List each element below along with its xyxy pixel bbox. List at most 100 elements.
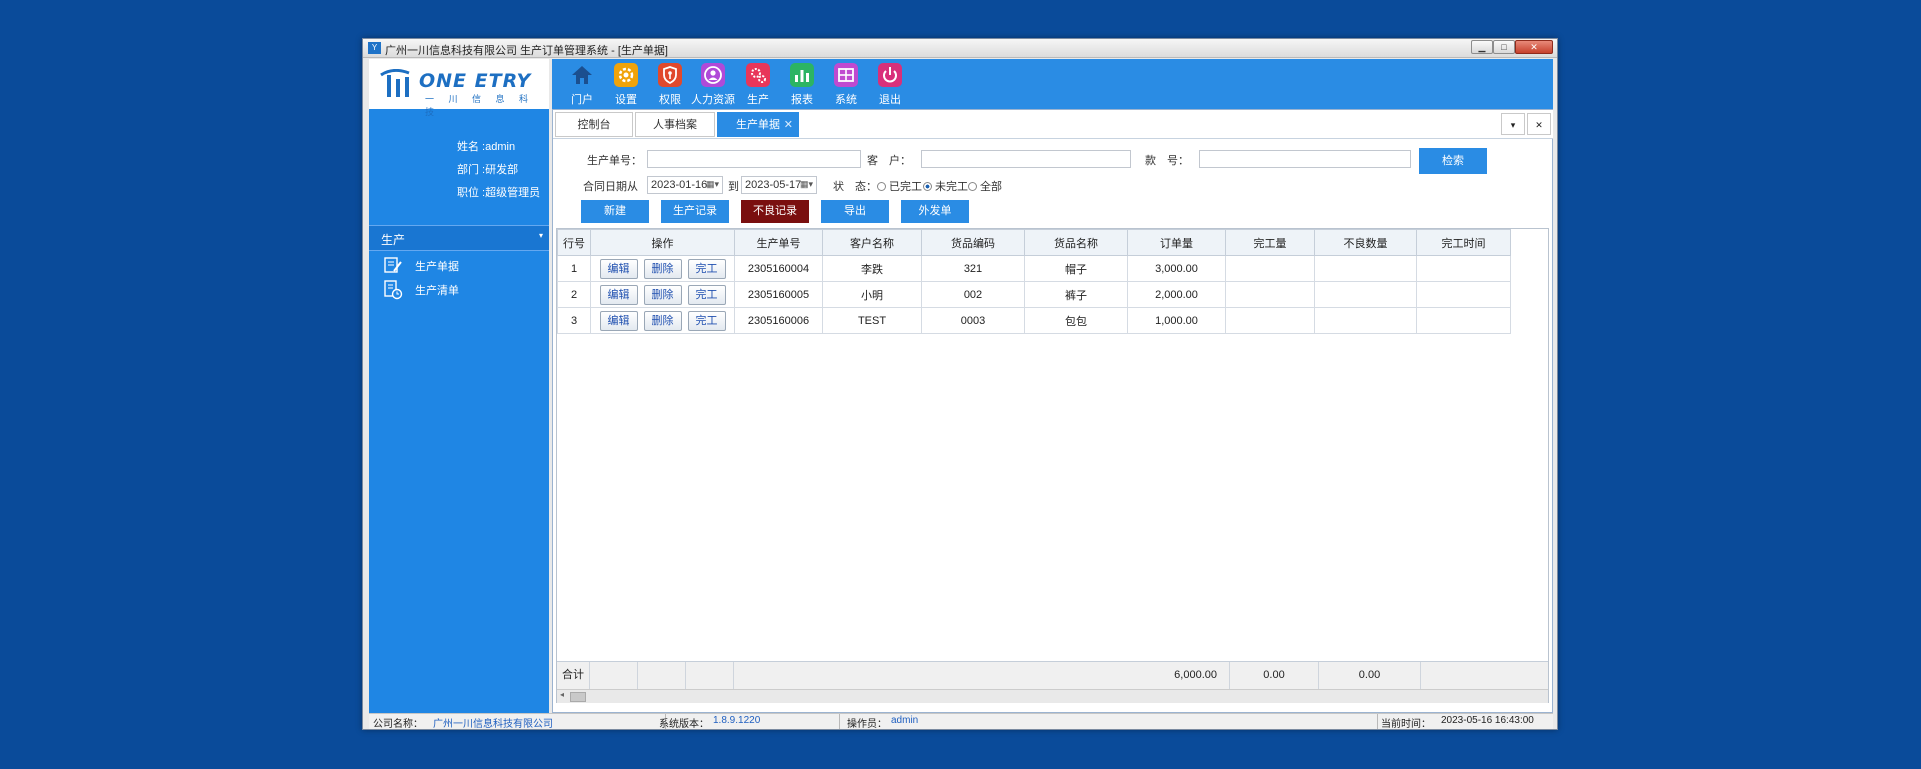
column-header[interactable]: 生产单号 xyxy=(734,229,823,256)
table-row[interactable]: 2 编辑 删除 完工 2305160005 小明 002 裤子 2,000.00 xyxy=(557,281,1511,308)
toolbar-home-button[interactable]: 门户 xyxy=(558,61,606,107)
cell-defect-qty xyxy=(1314,307,1417,334)
outsource-order-button[interactable]: 外发单 xyxy=(901,200,969,223)
tab-dashboard[interactable]: 控制台 xyxy=(555,112,633,137)
column-header[interactable]: 操作 xyxy=(590,229,735,256)
maximize-button[interactable]: □ xyxy=(1493,40,1515,54)
edit-button[interactable]: 编辑 xyxy=(599,258,638,279)
column-header[interactable]: 完工时间 xyxy=(1416,229,1511,256)
sidebar-group-production[interactable]: 生产 ▾ xyxy=(369,225,549,251)
cell-defect-qty xyxy=(1314,255,1417,282)
tab-list-dropdown[interactable]: ▾ xyxy=(1501,113,1525,135)
cell-done-time xyxy=(1416,281,1511,308)
person-icon xyxy=(701,63,725,87)
status-separator xyxy=(839,714,840,729)
cell-item-name: 裤子 xyxy=(1024,281,1128,308)
cell-customer: 李跌 xyxy=(822,255,922,282)
sidebar-item-label: 生产单据 xyxy=(415,261,459,273)
status-radio-uncompleted[interactable]: 未完工 xyxy=(923,178,968,194)
export-button[interactable]: 导出 xyxy=(821,200,889,223)
defect-record-button[interactable]: 不良记录 xyxy=(741,200,809,223)
delete-button[interactable]: 删除 xyxy=(643,258,682,279)
toolbar-report-button[interactable]: 报表 xyxy=(778,61,826,107)
sidebar-item-production-list[interactable]: 生产清单 xyxy=(369,277,549,301)
order-no-input[interactable] xyxy=(647,150,861,168)
sidebar-item-production-docs[interactable]: 生产单据 xyxy=(369,253,549,277)
table-row[interactable]: 1 编辑 删除 完工 2305160004 李跌 321 帽子 3,000.00 xyxy=(557,255,1511,282)
column-header[interactable]: 货品编码 xyxy=(921,229,1025,256)
column-header[interactable]: 客户名称 xyxy=(822,229,922,256)
order-no-label: 生产单号： xyxy=(587,155,642,167)
radio-label: 未完工 xyxy=(935,181,968,193)
scroll-left-icon[interactable]: ◂ xyxy=(560,690,564,699)
horizontal-scrollbar[interactable]: ◂ xyxy=(557,689,1548,703)
shield-key-icon xyxy=(658,63,682,87)
toolbar-hr-button[interactable]: 人力资源 xyxy=(689,61,737,107)
radio-selected-icon xyxy=(923,182,932,191)
cell-defect-qty xyxy=(1314,281,1417,308)
toolbar-permission-button[interactable]: 权限 xyxy=(646,61,694,107)
column-header[interactable]: 不良数量 xyxy=(1314,229,1417,256)
cell-done-time xyxy=(1416,307,1511,334)
edit-button[interactable]: 编辑 xyxy=(599,284,638,305)
close-tab-icon[interactable]: ✕ xyxy=(784,113,793,138)
cell-item-name: 包包 xyxy=(1024,307,1128,334)
complete-button[interactable]: 完工 xyxy=(687,310,726,331)
production-record-button[interactable]: 生产记录 xyxy=(661,200,729,223)
status-radio-completed[interactable]: 已完工 xyxy=(877,178,922,194)
cell-item-name: 帽子 xyxy=(1024,255,1128,282)
calendar-dropdown-icon: ▦▾ xyxy=(705,179,719,189)
main-content: 控制台 人事档案 生产单据 ✕ ▾ ✕ 生产单号： 客 户： 款 号： 检索 合… xyxy=(552,109,1553,713)
close-all-tabs-button[interactable]: ✕ xyxy=(1527,113,1551,135)
style-no-input[interactable] xyxy=(1199,150,1411,168)
toolbar-label: 设置 xyxy=(615,94,637,106)
column-header[interactable]: 完工量 xyxy=(1225,229,1315,256)
tab-production-docs[interactable]: 生产单据 ✕ xyxy=(717,112,799,137)
operator-value: admin xyxy=(891,715,919,726)
delete-button[interactable]: 删除 xyxy=(643,284,682,305)
current-time-value: 2023-05-16 16:43:00 xyxy=(1441,715,1534,726)
brand-name: ONE ETRY xyxy=(419,70,532,92)
tab-hr-archive[interactable]: 人事档案 xyxy=(635,112,715,137)
date-to-value: 2023-05-17 xyxy=(745,179,802,191)
row-actions: 编辑 删除 完工 xyxy=(590,307,735,334)
complete-button[interactable]: 完工 xyxy=(687,258,726,279)
cell-order-qty: 2,000.00 xyxy=(1127,281,1226,308)
toolbar-label: 门户 xyxy=(571,94,593,106)
toolbar-system-button[interactable]: 系统 xyxy=(822,61,870,107)
new-button[interactable]: 新建 xyxy=(581,200,649,223)
minimize-button[interactable]: ▁ xyxy=(1471,40,1493,54)
cell-customer: 小明 xyxy=(822,281,922,308)
row-number: 3 xyxy=(557,307,591,334)
toolbar-settings-button[interactable]: 设置 xyxy=(602,61,650,107)
column-header[interactable]: 订单量 xyxy=(1127,229,1226,256)
close-window-button[interactable]: ✕ xyxy=(1515,40,1553,54)
column-header[interactable]: 行号 xyxy=(557,229,591,256)
edit-button[interactable]: 编辑 xyxy=(599,310,638,331)
toolbar-label: 生产 xyxy=(747,94,769,106)
status-radio-all[interactable]: 全部 xyxy=(968,178,1002,194)
summary-done-qty: 0.00 xyxy=(1230,662,1319,689)
column-header[interactable]: 货品名称 xyxy=(1024,229,1128,256)
window-grid-icon xyxy=(834,63,858,87)
cell-order-qty: 1,000.00 xyxy=(1127,307,1226,334)
toolbar-production-button[interactable]: 生产 xyxy=(734,61,782,107)
cell-done-qty xyxy=(1225,281,1315,308)
table-row[interactable]: 3 编辑 删除 完工 2305160006 TEST 0003 包包 1,000.0… xyxy=(557,307,1511,334)
complete-button[interactable]: 完工 xyxy=(687,284,726,305)
delete-button[interactable]: 删除 xyxy=(643,310,682,331)
cell-customer: TEST xyxy=(822,307,922,334)
cell-done-time xyxy=(1416,255,1511,282)
date-to-picker[interactable]: 2023-05-17 ▦▾ xyxy=(741,176,817,194)
title-bar[interactable]: Y 广州一川信息科技有限公司 生产订单管理系统 - [生产单据] ▁ □ ✕ xyxy=(363,39,1557,58)
version-value: 1.8.9.1220 xyxy=(713,715,761,726)
customer-input[interactable] xyxy=(921,150,1131,168)
tab-bar: 控制台 人事档案 生产单据 ✕ ▾ ✕ xyxy=(553,110,1553,139)
date-from-picker[interactable]: 2023-01-16 ▦▾ xyxy=(647,176,723,194)
cell-order-no: 2305160005 xyxy=(734,281,823,308)
cell-item-code: 0003 xyxy=(921,307,1025,334)
toolbar-logout-button[interactable]: 退出 xyxy=(866,61,914,107)
data-table: 行号 操作 生产单号 客户名称 货品编码 货品名称 订单量 完工量 不良数量 完… xyxy=(557,229,1511,334)
scrollbar-thumb[interactable] xyxy=(570,692,586,702)
search-button[interactable]: 检索 xyxy=(1419,148,1487,174)
